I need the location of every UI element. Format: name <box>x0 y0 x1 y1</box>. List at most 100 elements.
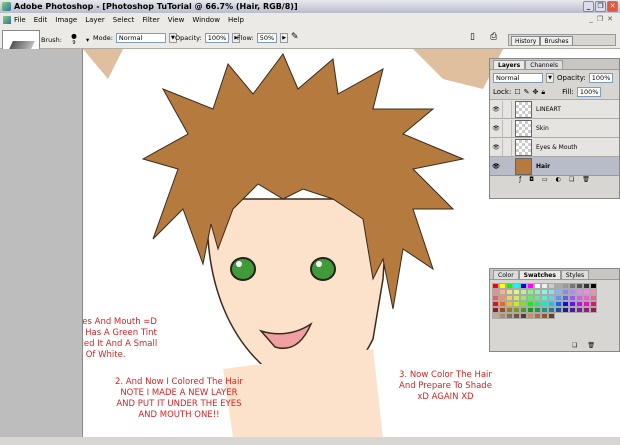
close-button[interactable]: ✕ <box>607 1 618 12</box>
brush-picker[interactable]: ● 9 <box>65 33 83 46</box>
restore-button[interactable]: ❐ <box>595 1 606 12</box>
color-swatch[interactable] <box>569 313 576 319</box>
menu-layer[interactable]: Layer <box>85 16 105 24</box>
menu-file[interactable]: File <box>14 16 26 24</box>
layer-name: Eyes & Mouth <box>536 143 578 151</box>
layer-name: LINEART <box>536 105 561 113</box>
opacity-label: Opacity: <box>175 34 202 42</box>
brush-size: 9 <box>72 40 76 46</box>
swatch-grid[interactable] <box>492 283 597 319</box>
flow-label: Flow: <box>237 34 254 42</box>
menu-window[interactable]: Window <box>192 16 220 24</box>
layer-thumbnail <box>515 100 532 118</box>
palette-icon[interactable]: ⎙ <box>490 32 497 42</box>
annotation-step-3: 3. Now Color The Hair And Prepare To Sha… <box>399 370 492 402</box>
lock-position-icon[interactable]: ✥ <box>532 88 538 96</box>
palette-well: History Brushes <box>508 34 616 46</box>
lock-transparency-icon[interactable]: ☐ <box>514 88 520 96</box>
color-swatch[interactable] <box>506 313 513 319</box>
menu-bar: File Edit Image Layer Select Filter View… <box>0 13 620 27</box>
tab-styles[interactable]: Styles <box>560 270 590 279</box>
eye-icon[interactable]: 👁︎ <box>490 144 502 151</box>
tab-channels[interactable]: Channels <box>525 60 563 69</box>
lock-all-icon[interactable]: 🔒︎ <box>541 88 545 97</box>
window-title: Adobe Photoshop - [Photoshop TuTorial @ … <box>14 2 298 11</box>
color-swatch[interactable] <box>499 313 506 319</box>
title-bar: Adobe Photoshop - [Photoshop TuTorial @ … <box>0 0 620 13</box>
layer-row-lineart[interactable]: 👁︎ LINEART <box>490 99 619 118</box>
trash-icon[interactable]: 🗑︎ <box>582 176 590 185</box>
minimize-button[interactable]: _ <box>583 1 594 12</box>
mode-label: Mode: <box>93 34 113 42</box>
tab-brushes[interactable]: Brushes <box>540 36 573 45</box>
layers-panel: Layers Channels Normal ▼ Opacity: 100% L… <box>489 58 620 199</box>
status-bar <box>0 437 620 445</box>
mode-select[interactable]: Normal <box>115 33 166 43</box>
tab-layers[interactable]: Layers <box>493 60 526 69</box>
layer-name: Skin <box>536 124 549 132</box>
color-swatch[interactable] <box>541 313 548 319</box>
fill-label: Fill: <box>562 88 574 96</box>
flow-input[interactable]: 50% <box>256 33 278 43</box>
swatches-panel: Color Swatches Styles ❏🗑︎ <box>489 268 620 352</box>
color-swatch[interactable] <box>562 313 569 319</box>
layers-toolbar: ƒ ◘ ▭ ◐ ❏ 🗑︎ <box>490 175 619 185</box>
color-swatch[interactable] <box>555 313 562 319</box>
color-swatch[interactable] <box>583 313 590 319</box>
menu-view[interactable]: View <box>168 16 185 24</box>
photoshop-logo-icon <box>2 2 11 11</box>
options-bar: Brush: ● 9 ▾ Mode: Normal ▼ Opacity: 100%… <box>0 27 620 62</box>
layer-opacity-input[interactable]: 100% <box>588 72 614 83</box>
new-layer-icon[interactable]: ❏ <box>569 176 574 185</box>
file-browser-icon[interactable]: ▯ <box>470 32 475 42</box>
menu-filter[interactable]: Filter <box>142 16 159 24</box>
tab-history[interactable]: History <box>511 36 541 45</box>
document-window-controls[interactable]: _❐✕ <box>589 15 617 23</box>
swatch-actions[interactable]: ❏🗑︎ <box>572 342 605 349</box>
annotation-step-2: 2. And Now I Colored The Hair NOTE I MAD… <box>115 377 243 420</box>
eye-icon[interactable]: 👁︎ <box>490 163 502 170</box>
lock-image-icon[interactable]: ✎ <box>524 88 530 96</box>
blend-mode-select[interactable]: Normal <box>493 72 543 83</box>
lock-label: Lock: <box>493 88 512 96</box>
airbrush-icon[interactable]: ✎ <box>291 32 299 42</box>
new-set-icon[interactable]: ▭ <box>542 176 548 185</box>
opacity-input[interactable]: 100% <box>204 33 230 43</box>
color-swatch[interactable] <box>527 313 534 319</box>
layer-row-eyes-mouth[interactable]: 👁︎ Eyes & Mouth <box>490 137 619 156</box>
color-swatch[interactable] <box>520 313 527 319</box>
color-swatch[interactable] <box>534 313 541 319</box>
fill-input[interactable]: 100% <box>576 87 602 97</box>
layer-thumbnail <box>515 138 532 156</box>
layer-thumbnail <box>515 157 532 175</box>
flow-slider-button[interactable]: ▶ <box>280 33 289 43</box>
layer-name: Hair <box>536 162 551 170</box>
menu-edit[interactable]: Edit <box>34 16 48 24</box>
tab-swatches[interactable]: Swatches <box>518 270 561 279</box>
layer-row-skin[interactable]: 👁︎ Skin <box>490 118 619 137</box>
layer-thumbnail <box>515 119 532 137</box>
color-swatch[interactable] <box>576 313 583 319</box>
workspace-background <box>0 49 83 437</box>
color-swatch[interactable] <box>492 313 499 319</box>
menu-select[interactable]: Select <box>113 16 135 24</box>
color-swatch[interactable] <box>548 313 555 319</box>
app-icon <box>3 16 11 24</box>
layer-style-icon[interactable]: ƒ <box>519 176 521 185</box>
eye-icon[interactable]: 👁︎ <box>490 106 502 113</box>
mask-icon[interactable]: ◘ <box>529 176 534 185</box>
layer-opacity-label: Opacity: <box>557 73 586 82</box>
layer-row-hair[interactable]: 👁︎ Hair <box>490 156 619 175</box>
color-swatch[interactable] <box>590 313 597 319</box>
brush-icon <box>502 157 512 175</box>
adjustment-icon[interactable]: ◐ <box>556 176 561 185</box>
color-swatch[interactable] <box>513 313 520 319</box>
annotation-step-1: 1. Shade The Eyes And Mouth =D And Since… <box>83 317 158 360</box>
blend-mode-dropdown-icon[interactable]: ▼ <box>546 72 554 83</box>
brush-label: Brush: <box>41 35 62 44</box>
chevron-down-icon[interactable]: ▾ <box>86 36 89 44</box>
menu-image[interactable]: Image <box>55 16 77 24</box>
eye-icon[interactable]: 👁︎ <box>490 125 502 132</box>
menu-help[interactable]: Help <box>228 16 244 24</box>
tab-color[interactable]: Color <box>493 270 519 279</box>
